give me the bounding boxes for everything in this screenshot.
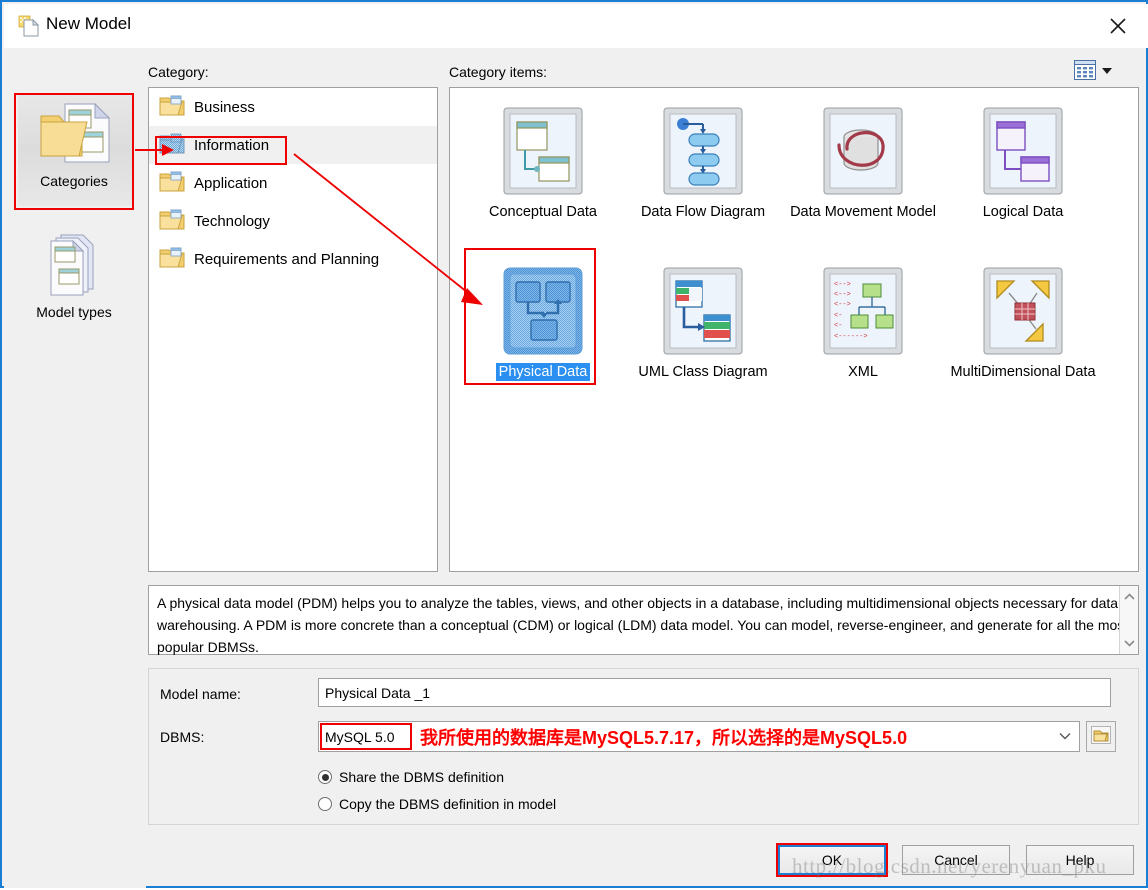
category-item-data-flow-diagram[interactable]: Data Flow Diagram [623,102,783,222]
category-list-item-label: Technology [194,212,270,230]
uml-class-diagram-icon [623,262,783,360]
category-item-label: MultiDimensional Data [950,364,1096,380]
category-item-logical-data[interactable]: Logical Data [943,102,1103,222]
category-item-label: Conceptual Data [488,204,597,220]
radio-selected-icon [318,770,332,784]
svg-text:<-: <- [834,322,842,330]
category-item-label: Logical Data [982,204,1064,220]
category-item-multidimensional-data[interactable]: MultiDimensional Data [943,262,1103,382]
folder-icon [159,209,185,234]
category-list-item-application[interactable]: Application [149,164,437,202]
grid-view-icon [1074,60,1096,83]
radio-copy-dbms-definition[interactable]: Copy the DBMS definition in model [318,796,556,812]
sidebar-item-model-types[interactable]: Model types [18,228,130,338]
svg-text:<-->: <--> [834,291,851,299]
folder-icon [159,247,185,272]
model-name-input[interactable] [318,678,1111,707]
description-text: A physical data model (PDM) helps you to… [157,595,1129,655]
model-name-label: Model name: [160,686,241,702]
category-label: Category: [148,64,209,80]
category-item-physical-data[interactable]: Physical Data [463,262,623,382]
description-scrollbar[interactable] [1119,586,1138,654]
data-movement-model-icon [783,102,943,200]
svg-text:<-: <- [834,312,842,320]
radio-unselected-icon [318,797,332,811]
category-list-item-information[interactable]: Information [149,126,437,164]
category-list-item-technology[interactable]: Technology [149,202,437,240]
folder-icon [159,171,185,196]
sidebar: Categories Model types [4,48,146,888]
svg-text:<-->: <--> [834,301,851,309]
categories-folder-icon [18,97,130,171]
chevron-up-icon[interactable] [1120,588,1138,606]
multidimensional-data-icon [943,262,1103,360]
physical-data-icon [463,262,623,360]
title-bar: New Model [4,4,1148,48]
category-item-label: UML Class Diagram [638,364,768,380]
category-item-conceptual-data[interactable]: Conceptual Data [463,102,623,222]
description-box: A physical data model (PDM) helps you to… [148,585,1139,655]
help-button[interactable]: Help [1026,845,1134,875]
xml-icon: <--> <--> <--> <- <- <------> [783,262,943,360]
new-model-dialog: New Model Categories Model types Categor… [0,0,1148,888]
folder-icon [159,133,185,158]
category-list-item-label: Information [194,136,270,154]
category-list-item-label: Application [194,174,268,192]
view-toggle-button[interactable] [1074,60,1113,83]
category-list-item-label: Business [194,98,255,116]
category-list-item-requirements-and-planning[interactable]: Requirements and Planning [149,240,437,278]
conceptual-data-icon [463,102,623,200]
category-item-label: Physical Data [463,363,623,382]
dbms-annotation-note: 我所使用的数据库是MySQL5.7.17，所以选择的是MySQL5.0 [420,728,908,748]
window-title: New Model [46,14,132,33]
category-list[interactable]: Business Information Application Technol… [148,87,438,572]
sidebar-item-categories[interactable]: Categories [18,93,134,206]
category-item-label: Data Flow Diagram [640,204,766,220]
dbms-browse-button[interactable] [1086,721,1116,752]
category-items-panel[interactable]: Conceptual Data Data Flow Diagram Data M… [449,87,1139,572]
category-item-xml[interactable]: <--> <--> <--> <- <- <------> XML [783,262,943,382]
category-items-label: Category items: [449,64,548,80]
dbms-selected-value: MySQL 5.0 [325,728,395,745]
folder-icon [159,95,185,120]
category-list-item-label: Requirements and Planning [194,250,380,268]
close-icon[interactable] [1088,4,1148,48]
chevron-down-icon [1101,64,1113,79]
new-model-icon [18,15,40,37]
sidebar-item-label: Model types [36,304,112,320]
folder-icon [1091,726,1111,747]
logical-data-icon [943,102,1103,200]
category-item-data-movement-model[interactable]: Data Movement Model [783,102,943,222]
category-item-uml-class-diagram[interactable]: UML Class Diagram [623,262,783,382]
radio-label: Share the DBMS definition [339,769,504,785]
category-item-label: Data Movement Model [790,204,936,220]
category-item-label: XML [848,364,878,380]
chevron-down-icon [1059,731,1071,743]
radio-label: Copy the DBMS definition in model [339,796,557,812]
ok-button[interactable]: OK [778,845,886,875]
svg-text:<------>: <------> [834,333,868,341]
category-list-item-business[interactable]: Business [149,88,437,126]
data-flow-diagram-icon [623,102,783,200]
chevron-down-icon[interactable] [1120,634,1138,652]
sidebar-item-label: Categories [40,173,108,189]
cancel-button[interactable]: Cancel [902,845,1010,875]
dbms-label: DBMS: [160,729,205,745]
radio-share-dbms-definition[interactable]: Share the DBMS definition [318,769,504,785]
model-types-stack-icon [18,228,130,302]
svg-text:<-->: <--> [834,281,851,289]
